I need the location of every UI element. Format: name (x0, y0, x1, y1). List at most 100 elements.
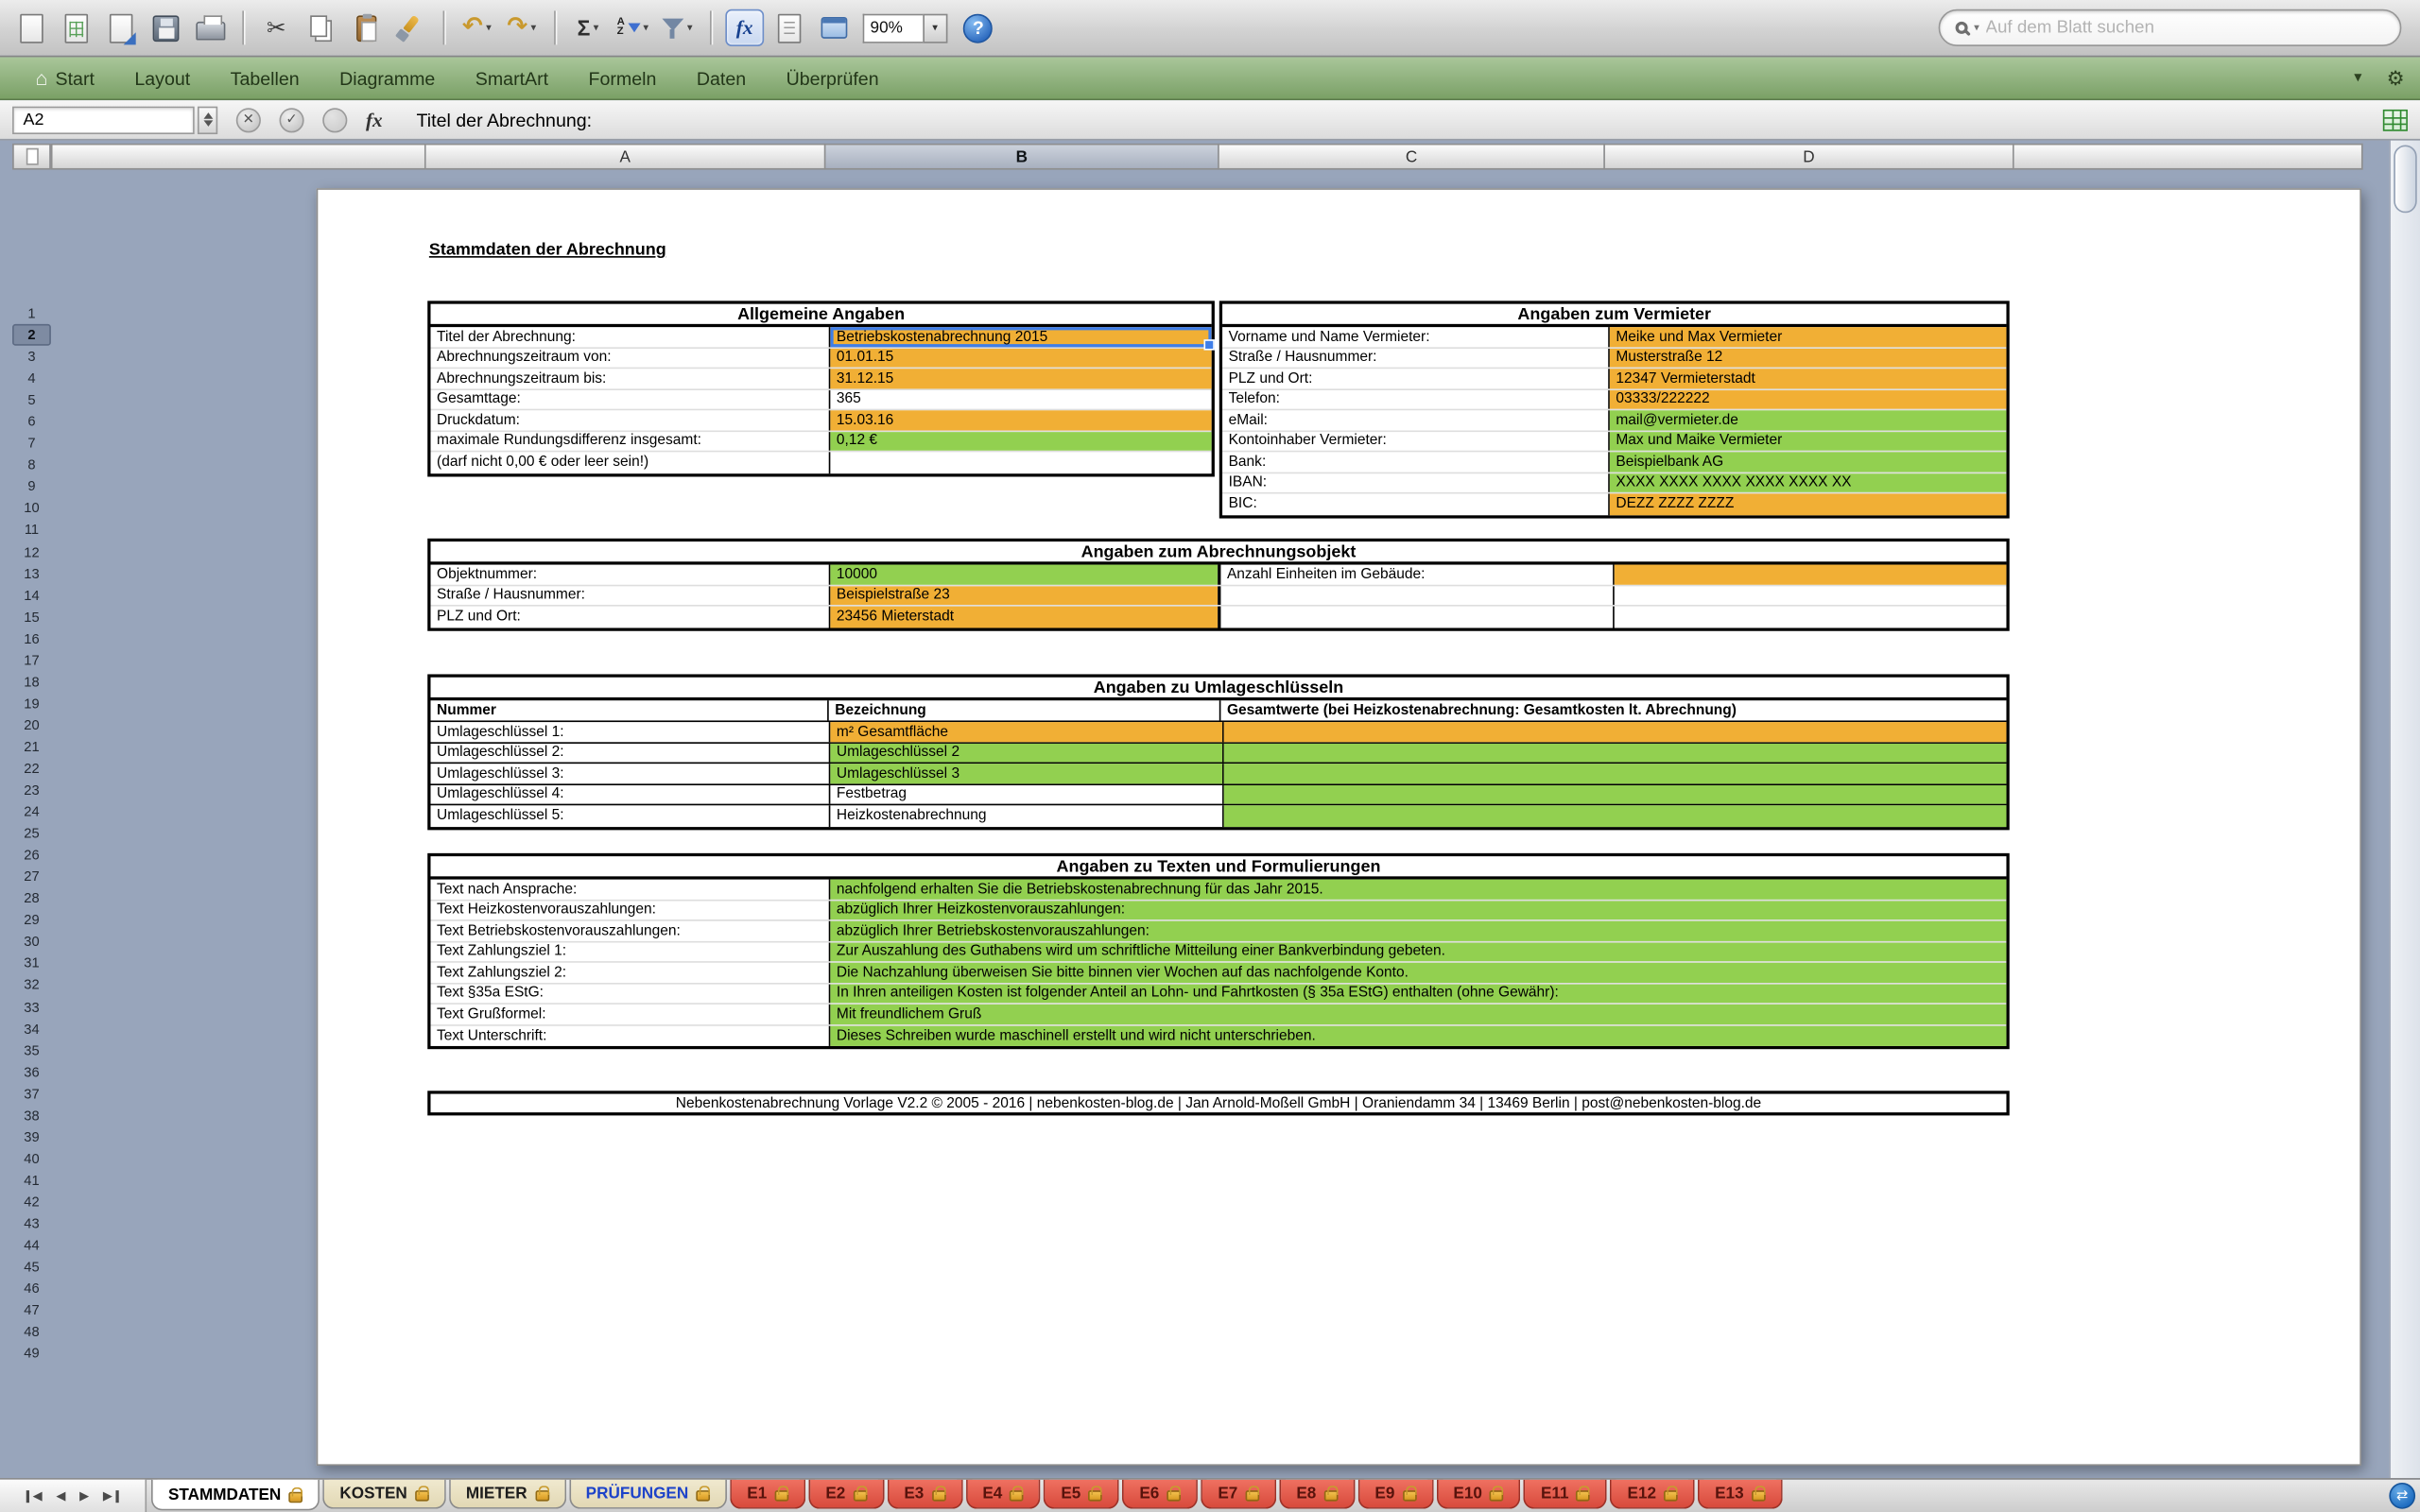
cell[interactable]: 12347 Vermieterstadt (1610, 369, 2007, 387)
cell[interactable]: DEZZ ZZZZ ZZZZ (1610, 493, 2007, 514)
cell[interactable] (830, 452, 1211, 472)
row-header-27[interactable]: 27 (12, 866, 51, 887)
cell[interactable]: PLZ und Ort: (1222, 369, 1610, 387)
insert-function-button[interactable]: fx (366, 107, 383, 131)
row-header-23[interactable]: 23 (12, 780, 51, 801)
row-header-31[interactable]: 31 (12, 953, 51, 974)
cell[interactable]: eMail: (1222, 410, 1610, 429)
zoom-dropdown-icon[interactable]: ▾ (923, 13, 947, 43)
cell[interactable]: Kontoinhaber Vermieter: (1222, 431, 1610, 450)
cell[interactable]: Heizkostenabrechnung (830, 805, 1223, 826)
cell[interactable]: 03333/222222 (1610, 389, 2007, 408)
sheet-tab-mieter[interactable]: MIETER (449, 1480, 566, 1509)
cell[interactable]: Druckdatum: (431, 410, 831, 429)
sheet-tab-e4[interactable]: E4 (965, 1480, 1041, 1509)
view-switcher-button[interactable]: ⇄ (2389, 1483, 2415, 1509)
zoom-select[interactable]: 90% ▾ (862, 13, 947, 43)
select-all-corner[interactable] (12, 144, 51, 170)
cell[interactable]: Objektnummer: (431, 565, 831, 584)
cell[interactable]: Text Heizkostenvorauszahlungen: (431, 901, 831, 919)
cell[interactable]: Zur Auszahlung des Guthabens wird um sch… (830, 942, 2006, 961)
row-header-35[interactable]: 35 (12, 1040, 51, 1061)
ribbon-collapse-icon[interactable]: ▾ (2354, 69, 2361, 86)
row-header-18[interactable]: 18 (12, 671, 51, 693)
row-header-42[interactable]: 42 (12, 1191, 51, 1212)
cell[interactable] (1218, 586, 1615, 605)
cell-reference-stepper[interactable] (198, 106, 217, 133)
cell[interactable]: abzüglich Ihrer Heizkostenvorauszahlunge… (830, 901, 2006, 919)
cell[interactable]: IBAN: (1222, 472, 1610, 491)
row-header-28[interactable]: 28 (12, 887, 51, 909)
filter-button[interactable]: ▾ (659, 7, 696, 50)
ribbon-tab--berpr-fen[interactable]: Überprüfen (766, 57, 898, 100)
search-scope-dropdown-icon[interactable]: ▾ (1974, 22, 1979, 34)
ribbon-tab-start[interactable]: ⌂Start (15, 57, 114, 100)
cell[interactable]: BIC: (1222, 493, 1610, 514)
cell[interactable]: nachfolgend erhalten Sie die Betriebskos… (830, 880, 2006, 899)
formula-content[interactable]: Titel der Abrechnung: (417, 109, 2374, 130)
row-header-34[interactable]: 34 (12, 1018, 51, 1040)
scrollbar-thumb[interactable] (2394, 145, 2416, 213)
row-header-38[interactable]: 38 (12, 1105, 51, 1126)
cut-icon[interactable]: ✂ (258, 7, 295, 50)
cell[interactable]: 10000 (830, 565, 1218, 584)
row-header-14[interactable]: 14 (12, 584, 51, 606)
cell[interactable]: Titel der Abrechnung: (431, 327, 831, 346)
sheet-title-cell[interactable]: Stammdaten der Abrechnung (429, 241, 666, 260)
row-header-19[interactable]: 19 (12, 693, 51, 714)
vertical-scrollbar[interactable] (2389, 141, 2420, 1479)
cell[interactable]: Text Unterschrift: (431, 1025, 831, 1046)
ribbon-tab-daten[interactable]: Daten (677, 57, 767, 100)
cell[interactable]: 0,12 € (830, 431, 1211, 450)
row-header-36[interactable]: 36 (12, 1061, 51, 1083)
cell[interactable]: Telefon: (1222, 389, 1610, 408)
row-header-29[interactable]: 29 (12, 909, 51, 931)
cell[interactable] (1224, 743, 2007, 762)
sheet-tab-e12[interactable]: E12 (1611, 1480, 1695, 1509)
row-header-13[interactable]: 13 (12, 562, 51, 584)
row-header-4[interactable]: 4 (12, 368, 51, 389)
sheet-tab-pr-fungen[interactable]: PRÜFUNGEN (569, 1480, 727, 1509)
row-header-33[interactable]: 33 (12, 996, 51, 1018)
row-header-9[interactable]: 9 (12, 475, 51, 497)
row-header-47[interactable]: 47 (12, 1299, 51, 1321)
cell[interactable]: Meike und Max Vermieter (1610, 327, 2007, 346)
sheet-grid-icon[interactable] (2383, 109, 2408, 130)
cell[interactable]: Beispielbank AG (1610, 452, 2007, 471)
cell[interactable]: 31.12.15 (830, 369, 1211, 387)
cell[interactable]: m² Gesamtfläche (830, 722, 1223, 741)
cell[interactable]: 01.01.15 (830, 348, 1211, 367)
row-header-41[interactable]: 41 (12, 1169, 51, 1191)
cancel-button[interactable]: ✕ (236, 107, 261, 131)
cell[interactable]: Umlageschlüssel 1: (431, 722, 831, 741)
row-header-25[interactable]: 25 (12, 822, 51, 844)
cell[interactable]: Beispielstraße 23 (830, 586, 1218, 605)
row-header-2[interactable]: 2 (12, 324, 51, 346)
row-header-15[interactable]: 15 (12, 606, 51, 627)
row-header-8[interactable]: 8 (12, 455, 51, 476)
cell[interactable]: Abrechnungszeitraum bis: (431, 369, 831, 387)
cell[interactable]: XXXX XXXX XXXX XXXX XXXX XX (1610, 472, 2007, 491)
row-header-37[interactable]: 37 (12, 1083, 51, 1105)
toolbox-icon[interactable] (771, 7, 808, 50)
templates-gallery-icon[interactable] (57, 7, 94, 50)
row-header-45[interactable]: 45 (12, 1256, 51, 1278)
row-header-22[interactable]: 22 (12, 758, 51, 780)
cell[interactable]: Musterstraße 12 (1610, 348, 2007, 367)
column-header-a[interactable]: A (426, 144, 826, 170)
cell[interactable]: Umlageschlüssel 2: (431, 743, 831, 762)
sheet-tab-e2[interactable]: E2 (808, 1480, 884, 1509)
row-header-32[interactable]: 32 (12, 974, 51, 996)
save-icon[interactable] (147, 7, 183, 50)
search-box[interactable]: ▾ (1939, 9, 2402, 46)
cell[interactable]: Text Grußformel: (431, 1005, 831, 1023)
sheet-tab-e3[interactable]: E3 (887, 1480, 962, 1509)
cell[interactable] (1224, 805, 2007, 826)
cell[interactable]: Anzahl Einheiten im Gebäude: (1218, 565, 1615, 584)
row-header-43[interactable]: 43 (12, 1212, 51, 1234)
row-header-40[interactable]: 40 (12, 1147, 51, 1169)
cell[interactable] (1224, 764, 2007, 782)
cell[interactable] (1615, 607, 2007, 627)
cell[interactable] (1218, 607, 1615, 627)
cell[interactable]: Max und Maike Vermieter (1610, 431, 2007, 450)
